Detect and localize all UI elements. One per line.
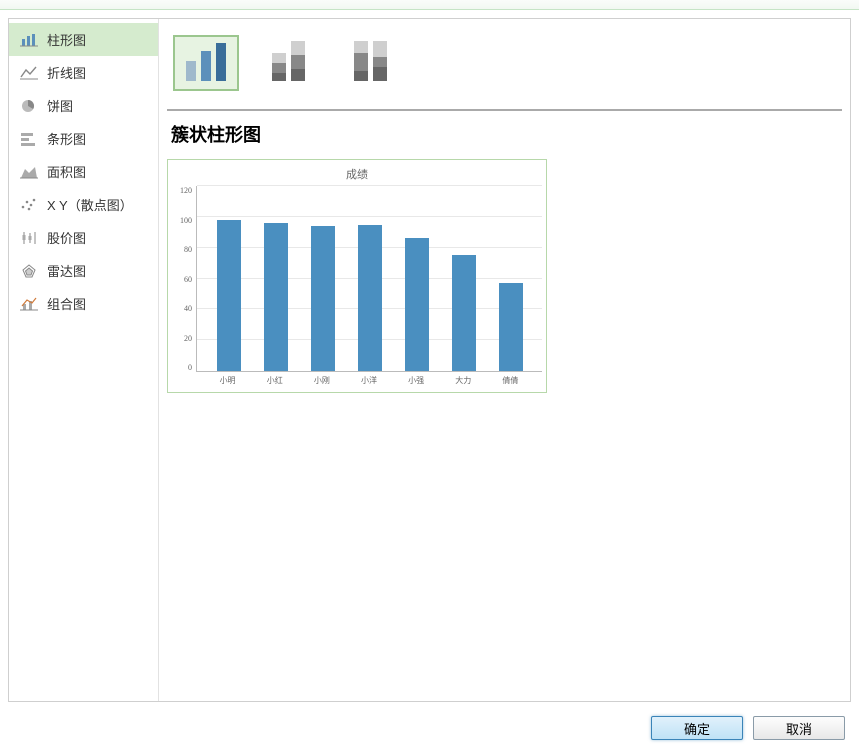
sidebar-item-radar[interactable]: 雷达图 <box>9 254 158 287</box>
sidebar-item-label: 饼图 <box>47 96 73 115</box>
sidebar-item-label: 柱形图 <box>47 30 86 49</box>
combo-chart-icon <box>19 296 39 312</box>
line-chart-icon <box>19 65 39 81</box>
dialog-body: 柱形图 折线图 饼图 <box>0 10 859 710</box>
chart-y-tick: 60 <box>184 275 192 284</box>
sidebar-item-stock[interactable]: 股价图 <box>9 221 158 254</box>
dialog-footer: 确定 取消 <box>0 710 859 746</box>
pie-chart-icon <box>19 98 39 114</box>
chart-bar <box>217 220 241 371</box>
chart-bar <box>358 225 382 371</box>
sidebar-item-label: 条形图 <box>47 129 86 148</box>
subtype-bar-icon <box>373 41 387 81</box>
section-divider <box>167 109 842 111</box>
subtype-bar-icon <box>186 61 196 81</box>
bar-chart-icon <box>19 32 39 48</box>
sidebar-item-label: X Y（散点图） <box>47 195 133 214</box>
insert-chart-dialog: 柱形图 折线图 饼图 <box>0 0 859 746</box>
sidebar-item-scatter[interactable]: X Y（散点图） <box>9 188 158 221</box>
radar-chart-icon <box>19 263 39 279</box>
sidebar-item-combo[interactable]: 组合图 <box>9 287 158 320</box>
chart-x-tick: 小明 <box>220 375 236 386</box>
stock-chart-icon <box>19 230 39 246</box>
subtype-row <box>167 29 842 109</box>
sidebar-item-line[interactable]: 折线图 <box>9 56 158 89</box>
chart-bar <box>311 226 335 371</box>
subtype-bar-icon <box>354 41 368 81</box>
chart-x-tick: 小刚 <box>314 375 330 386</box>
scatter-chart-icon <box>19 197 39 213</box>
chart-plot <box>196 186 542 372</box>
chart-bar <box>499 283 523 371</box>
sidebar-item-pie[interactable]: 饼图 <box>9 89 158 122</box>
sidebar-item-label: 雷达图 <box>47 261 86 280</box>
chart-bar <box>264 223 288 371</box>
subtype-bar-icon <box>201 51 211 81</box>
sidebar-item-column[interactable]: 柱形图 <box>9 23 158 56</box>
content-area: 簇状柱形图 成绩 120 100 80 60 40 20 0 小明 小红 小刚 小洋 小强 大力 倩倩 <box>159 19 850 701</box>
dialog-titlebar <box>0 0 859 10</box>
chart-y-tick: 100 <box>180 216 192 225</box>
chart-preview: 成绩 120 100 80 60 40 20 0 小明 小红 小刚 小洋 小强 大力 倩倩 <box>167 159 547 393</box>
chart-x-tick: 小强 <box>408 375 424 386</box>
area-chart-icon <box>19 164 39 180</box>
chart-x-tick: 小红 <box>267 375 283 386</box>
ok-button[interactable]: 确定 <box>651 716 743 740</box>
chart-title: 成绩 <box>172 166 542 182</box>
chart-bars <box>197 186 542 371</box>
chart-x-tick: 倩倩 <box>502 375 518 386</box>
chart-y-tick: 120 <box>180 186 192 195</box>
sidebar-item-area[interactable]: 面积图 <box>9 155 158 188</box>
subtype-bar-icon <box>291 41 305 81</box>
section-title: 簇状柱形图 <box>167 121 842 159</box>
hbar-chart-icon <box>19 131 39 147</box>
chart-x-axis: 小明 小红 小刚 小洋 小强 大力 倩倩 <box>196 372 542 388</box>
chart-plot-area: 120 100 80 60 40 20 0 <box>172 186 542 372</box>
main-panel: 柱形图 折线图 饼图 <box>8 18 851 702</box>
chart-y-axis: 120 100 80 60 40 20 0 <box>172 186 196 372</box>
subtype-bar-icon <box>272 53 286 81</box>
chart-bar <box>405 238 429 371</box>
chart-y-tick: 80 <box>184 245 192 254</box>
subtype-percent-stacked-column[interactable] <box>337 35 403 91</box>
chart-y-tick: 20 <box>184 334 192 343</box>
sidebar-item-hbar[interactable]: 条形图 <box>9 122 158 155</box>
chart-y-tick: 40 <box>184 304 192 313</box>
sidebar-item-label: 股价图 <box>47 228 86 247</box>
cancel-button[interactable]: 取消 <box>753 716 845 740</box>
chart-x-tick: 大力 <box>455 375 471 386</box>
chart-bar <box>452 255 476 371</box>
chart-y-tick: 0 <box>188 363 192 372</box>
chart-type-sidebar: 柱形图 折线图 饼图 <box>9 19 159 701</box>
subtype-clustered-column[interactable] <box>173 35 239 91</box>
sidebar-item-label: 折线图 <box>47 63 86 82</box>
subtype-bar-icon <box>216 43 226 81</box>
sidebar-item-label: 面积图 <box>47 162 86 181</box>
sidebar-item-label: 组合图 <box>47 294 86 313</box>
chart-x-tick: 小洋 <box>361 375 377 386</box>
subtype-stacked-column[interactable] <box>255 35 321 91</box>
